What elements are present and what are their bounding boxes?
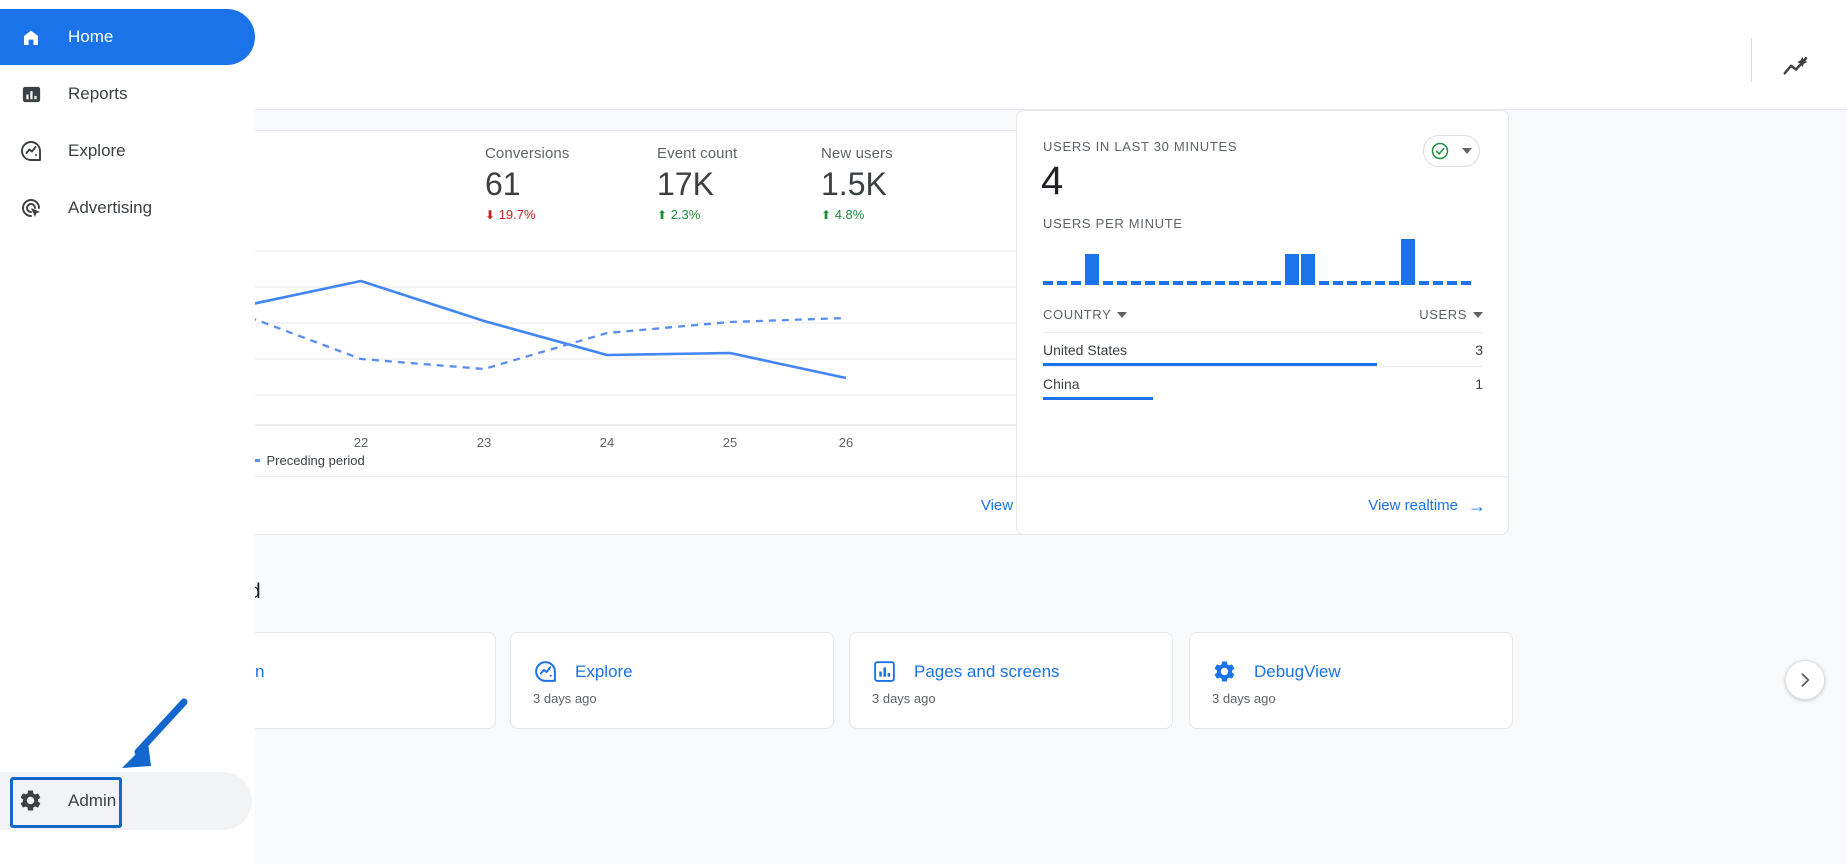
metric-delta-value: 2.3% [670,207,701,222]
svg-text:24: 24 [600,435,614,450]
table-row[interactable]: United States 3 [1043,332,1483,366]
column-header-users[interactable]: USERS [1419,307,1483,322]
card-timestamp: 3 days ago [872,691,936,706]
realtime-table-header: COUNTRY USERS [1043,307,1483,322]
row-country: United States [1043,341,1128,358]
row-bar [1043,397,1153,400]
card-label: DebugView [1254,661,1341,681]
users-per-minute-chart [1043,229,1473,304]
sidebar-nav: Home Reports Explore Advertising [0,9,255,237]
top-bar [0,0,1847,110]
metric-label: New users [821,145,893,162]
realtime-title: USERS IN LAST 30 MINUTES [1043,139,1238,154]
column-header-country[interactable]: COUNTRY [1043,307,1128,322]
sidebar-item-reports[interactable]: Reports [0,66,255,122]
card-label: Pages and screens [914,661,1060,681]
chevron-right-icon [1801,673,1810,687]
link-label: View realtime [1368,497,1458,514]
metric-delta-value: 4.8% [834,207,865,222]
card-head: Explore [533,659,633,684]
metric-new-users: New users 1.5K ⬆ 4.8% [821,145,893,222]
svg-text:26: 26 [839,435,853,450]
metric-delta: ⬆ 2.3% [657,207,737,222]
row-country: China [1043,375,1080,392]
metric-value: 1.5K [821,166,887,202]
reports-bar-chart-icon [18,81,44,107]
sidebar-item-home[interactable]: Home [0,9,255,65]
metric-delta: ⬆ 4.8% [821,207,893,222]
ga-home-screen: Conversions 61 ⬇ 19.7% Event count 17K ⬆… [0,0,1847,864]
sidebar-item-admin[interactable]: Admin [0,772,252,830]
main-content: Conversions 61 ⬇ 19.7% Event count 17K ⬆… [0,0,1847,864]
sidebar-item-label: Explore [68,141,126,160]
svg-text:22: 22 [354,435,368,450]
chevron-down-icon [1462,148,1472,154]
svg-text:23: 23 [477,435,491,450]
chevron-down-icon [1473,311,1483,318]
realtime-user-count: 4 [1041,159,1064,203]
chevron-down-icon [1117,311,1128,318]
recent-card-debugview[interactable]: DebugView 3 days ago [1189,632,1513,729]
arrow-up-icon: ⬆ [821,208,832,222]
svg-text:25: 25 [723,435,737,450]
explore-icon [533,659,558,684]
sidebar-item-label: Reports [68,84,128,103]
view-realtime-link[interactable]: View realtime → [1368,497,1486,515]
realtime-card: USERS IN LAST 30 MINUTES 4 USERS PER MIN… [1016,110,1509,535]
check-circle-icon [1430,141,1450,161]
metric-delta-value: 19.7% [498,207,536,222]
advertising-target-icon [18,195,44,221]
sidebar-item-label: Home [68,27,114,46]
card-head: DebugView [1212,659,1341,684]
realtime-country-table: United States 3 China 1 [1043,332,1483,400]
sidebar: Home Reports Explore Advertising Admin [0,0,255,864]
column-label: USERS [1419,307,1467,322]
insights-spark-icon[interactable] [1781,52,1811,82]
upm-bar-svg [1043,239,1471,285]
recent-card-pages-and-screens[interactable]: Pages and screens 3 days ago [849,632,1173,729]
realtime-status-dropdown[interactable] [1423,135,1480,167]
explore-icon [18,138,44,164]
card-timestamp: 3 days ago [533,691,597,706]
metric-value: 17K [657,166,714,202]
metric-label: Event count [657,145,738,162]
recently-accessed-cards: min Now Explore 3 days ago [172,632,1812,732]
recent-card-explore[interactable]: Explore 3 days ago [510,632,834,729]
column-label: COUNTRY [1043,307,1112,322]
metric-event-count: Event count 17K ⬆ 2.3% [657,145,737,222]
card-label: Explore [575,661,633,681]
sidebar-item-label: Admin [68,791,117,810]
debug-gear-icon [1212,659,1237,684]
home-icon [18,24,44,50]
arrow-down-icon: ⬇ [485,208,496,222]
legend-label-preceding: Preceding period [266,453,365,468]
carousel-next-button[interactable] [1785,660,1825,700]
row-users: 3 [1475,341,1483,358]
gear-icon [18,788,44,814]
topbar-divider [1751,38,1752,82]
metric-label: Conversions [485,145,570,162]
metric-value: 61 [485,166,521,202]
card-head: Pages and screens [872,659,1060,684]
sidebar-item-explore[interactable]: Explore [0,123,255,179]
bar-chart-icon [872,659,897,684]
metric-delta: ⬇ 19.7% [485,207,569,222]
row-users: 1 [1475,375,1483,392]
arrow-up-icon: ⬆ [657,208,668,222]
metric-conversions: Conversions 61 ⬇ 19.7% [485,145,569,222]
sidebar-item-label: Advertising [68,198,153,217]
sidebar-item-advertising[interactable]: Advertising [0,180,255,236]
card-timestamp: 3 days ago [1212,691,1276,706]
arrow-right-icon: → [1468,495,1486,516]
table-row[interactable]: China 1 [1043,366,1483,400]
realtime-card-footer: View realtime → [1017,476,1508,534]
